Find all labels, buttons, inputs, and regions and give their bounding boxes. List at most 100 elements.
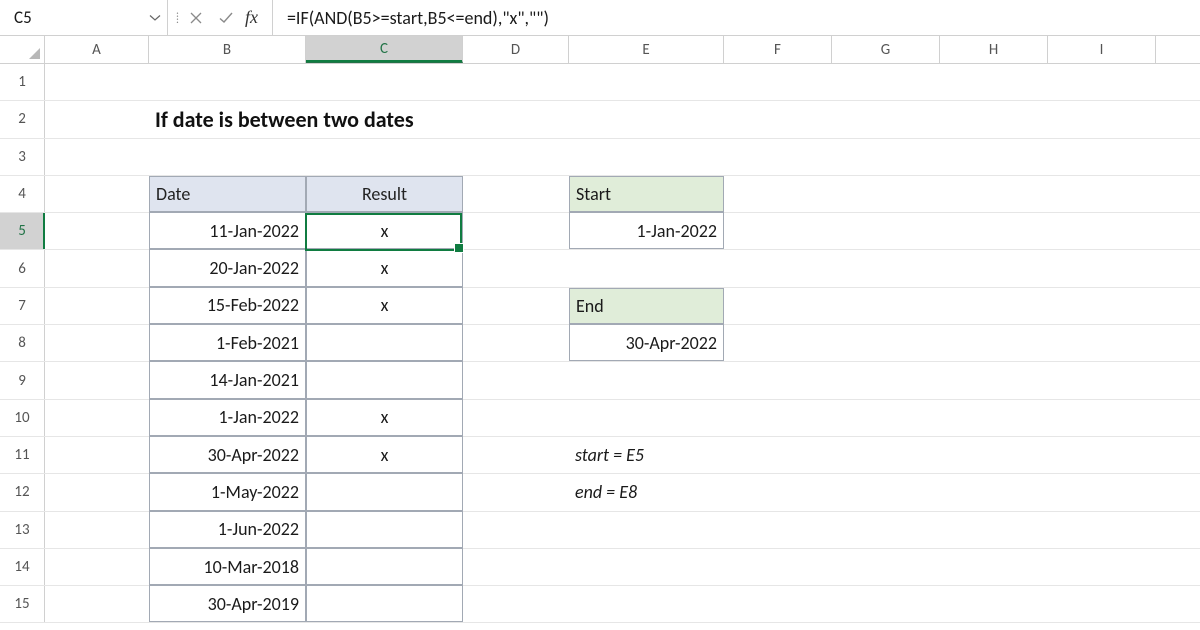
fx-icon[interactable]: fx [245,7,258,28]
row-header[interactable]: 10 [0,400,45,436]
row-header[interactable]: 3 [0,139,45,175]
cell[interactable] [463,549,569,585]
table-row[interactable] [306,473,463,510]
cell[interactable] [463,288,569,324]
table-row[interactable]: 30-Apr-2019 [149,585,306,622]
cell[interactable] [45,362,149,398]
start-label[interactable]: Start [569,176,724,212]
col-header-e[interactable]: E [569,36,724,63]
table-row[interactable] [306,511,463,548]
cell[interactable] [463,64,569,100]
row-header[interactable]: 8 [0,325,45,361]
cell[interactable] [306,101,463,137]
table-row[interactable]: 1-Feb-2021 [149,324,306,361]
row-header[interactable]: 6 [0,250,45,286]
cell[interactable] [463,139,569,175]
name-box[interactable]: C5 [14,1,143,35]
cell[interactable] [45,400,149,436]
table-row[interactable]: 14-Jan-2021 [149,361,306,398]
cell[interactable] [45,288,149,324]
cell[interactable] [569,586,724,622]
col-header-h[interactable]: H [940,36,1048,63]
cell[interactable] [45,64,149,100]
cell[interactable] [569,400,724,436]
table-row[interactable]: 10-Mar-2018 [149,548,306,585]
cell[interactable] [463,176,569,212]
cell[interactable] [569,549,724,585]
cell[interactable] [463,586,569,622]
name-box-dropdown[interactable] [143,12,167,24]
table-row[interactable]: x [306,249,463,286]
cell[interactable] [45,512,149,548]
table-row[interactable]: 1-May-2022 [149,473,306,510]
end-label[interactable]: End [569,288,724,324]
cell[interactable] [149,64,306,100]
table-row[interactable]: 1-Jan-2022 [149,399,306,436]
col-header-d[interactable]: D [463,36,569,63]
col-header-f[interactable]: F [724,36,832,63]
table-row[interactable]: x [306,399,463,436]
cell[interactable] [463,325,569,361]
row-header[interactable]: 11 [0,437,45,473]
enter-button[interactable] [213,5,239,31]
table-row[interactable]: 15-Feb-2022 [149,287,306,324]
select-all-corner[interactable] [0,36,45,63]
cell[interactable] [463,400,569,436]
cell[interactable] [45,250,149,286]
cell[interactable] [45,101,149,137]
cell[interactable] [463,512,569,548]
row-header[interactable]: 5 [0,213,45,249]
table-row[interactable] [306,548,463,585]
cell[interactable] [45,176,149,212]
cell[interactable] [463,437,569,473]
cell[interactable] [569,139,724,175]
formula-input[interactable]: =IF(AND(B5>=start,B5<=end),"x","") [273,0,1200,35]
table-row[interactable] [306,361,463,398]
col-header-b[interactable]: B [149,36,306,63]
col-header-i[interactable]: I [1048,36,1156,63]
cell[interactable] [45,549,149,585]
cell[interactable] [463,213,569,249]
cell[interactable] [45,586,149,622]
end-value[interactable]: 30-Apr-2022 [569,324,724,361]
cell[interactable] [463,250,569,286]
table-row[interactable]: x [306,287,463,324]
row-header[interactable]: 4 [0,176,45,212]
row-header[interactable]: 1 [0,64,45,100]
row-header[interactable]: 9 [0,362,45,398]
cell[interactable] [306,64,463,100]
row-header[interactable]: 2 [0,101,45,137]
cancel-button[interactable] [183,5,209,31]
table-row[interactable] [306,585,463,622]
table-row[interactable] [306,324,463,361]
table-row[interactable]: 11-Jan-2022 [149,212,306,249]
row-header[interactable]: 15 [0,586,45,622]
cell[interactable] [45,437,149,473]
table-row[interactable]: 20-Jan-2022 [149,249,306,286]
cell[interactable] [463,474,569,510]
cell[interactable] [45,213,149,249]
cell[interactable] [149,139,306,175]
table-row[interactable]: 1-Jun-2022 [149,511,306,548]
table-row[interactable]: x [306,436,463,473]
cell[interactable] [45,139,149,175]
cell[interactable] [463,101,569,137]
col-header-a[interactable]: A [45,36,149,63]
table-header-date[interactable]: Date [149,176,306,212]
row-header[interactable]: 14 [0,549,45,585]
start-value[interactable]: 1-Jan-2022 [569,212,724,249]
row-header[interactable]: 12 [0,474,45,510]
col-header-c[interactable]: C [306,36,463,63]
row-header[interactable]: 7 [0,288,45,324]
table-row[interactable]: 30-Apr-2022 [149,436,306,473]
cell[interactable] [569,101,724,137]
cell[interactable] [569,512,724,548]
cell[interactable] [306,139,463,175]
cell[interactable] [45,474,149,510]
cell[interactable] [45,325,149,361]
row-header[interactable]: 13 [0,512,45,548]
table-row[interactable]: x [306,212,463,249]
cell[interactable] [569,64,724,100]
col-header-g[interactable]: G [832,36,940,63]
cell[interactable] [463,362,569,398]
